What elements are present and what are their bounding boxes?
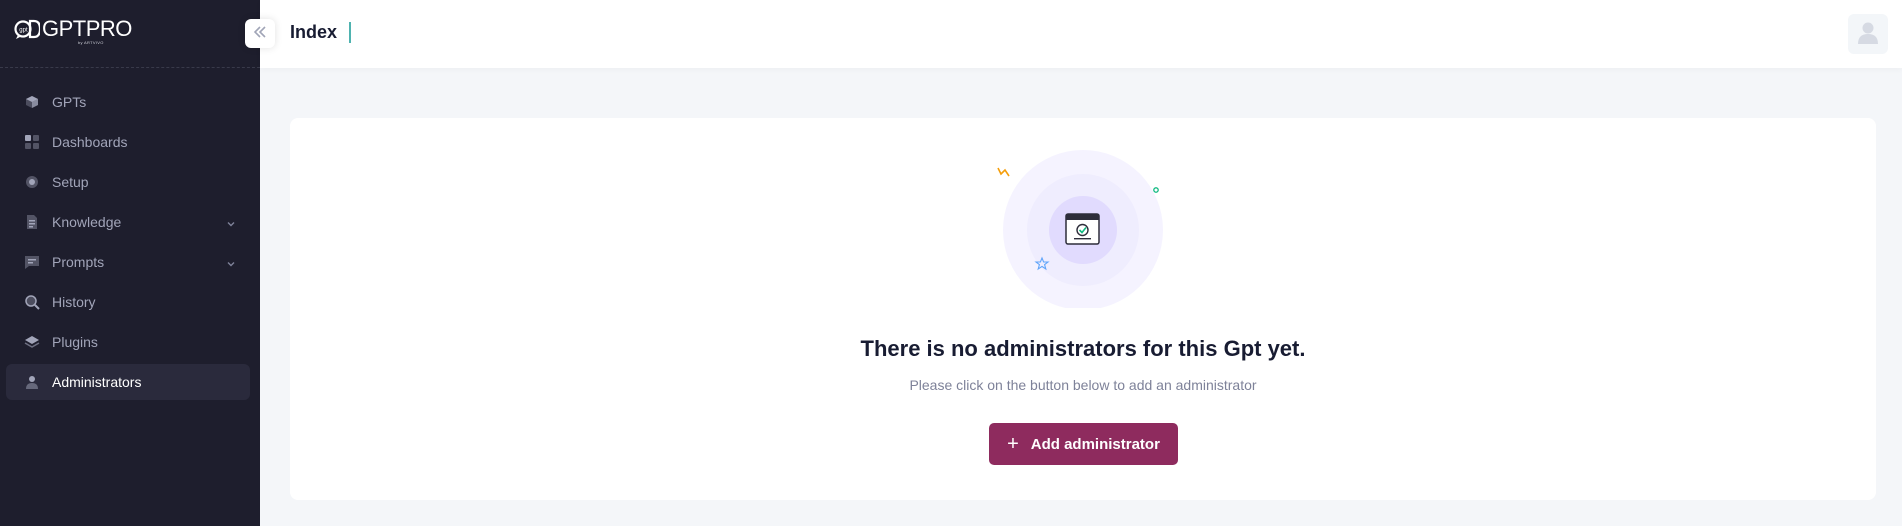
sidebar-item-gpts[interactable]: GPTs [6, 84, 250, 120]
chat-icon [24, 254, 40, 270]
svg-text:gpt: gpt [19, 28, 28, 34]
sidebar-item-label: GPTs [52, 94, 87, 110]
avatar-user-icon [1855, 19, 1881, 50]
page-title: Index [290, 22, 338, 42]
sidebar-collapse-button[interactable] [245, 19, 275, 48]
sidebar-menu: GPTs Dashboards Setup Knowledge Prompts … [6, 84, 250, 404]
sidebar-item-label: Plugins [52, 334, 98, 350]
user-icon [24, 374, 40, 390]
title-separator [349, 22, 351, 43]
sidebar-item-label: Dashboards [52, 134, 128, 150]
sidebar-item-setup[interactable]: Setup [6, 164, 250, 200]
gpts-icon [24, 94, 40, 110]
document-icon [24, 214, 40, 230]
chevron-down-icon [226, 216, 236, 234]
sidebar: gpt GPTPRO by ARTVIVO GPTs Dashboards Se… [0, 0, 275, 526]
logo-area: gpt GPTPRO by ARTVIVO [0, 0, 260, 68]
sidebar-item-history[interactable]: History [6, 284, 250, 320]
layers-icon [24, 334, 40, 350]
sidebar-item-label: Knowledge [52, 214, 122, 230]
brand-logo-icon: gpt [14, 18, 42, 40]
plus-icon: + [1007, 433, 1019, 455]
sidebar-item-label: History [52, 294, 96, 310]
empty-state-subtitle: Please click on the button below to add … [909, 377, 1257, 393]
chevron-down-icon [226, 256, 236, 274]
top-header: Index [260, 0, 1902, 68]
add-administrator-button[interactable]: + Add administrator [989, 423, 1178, 465]
empty-state-title: There is no administrators for this Gpt … [860, 336, 1306, 361]
sidebar-item-dashboards[interactable]: Dashboards [6, 124, 250, 160]
sidebar-item-label: Prompts [52, 254, 105, 270]
sidebar-item-prompts[interactable]: Prompts [6, 244, 250, 280]
add-administrator-label: Add administrator [1030, 435, 1160, 453]
sidebar-item-plugins[interactable]: Plugins [6, 324, 250, 360]
sidebar-item-knowledge[interactable]: Knowledge [6, 204, 250, 240]
brand-logo[interactable]: gpt GPTPRO [14, 18, 132, 40]
dashboard-icon [24, 134, 40, 150]
empty-state-illustration [990, 148, 1170, 310]
sidebar-item-administrators[interactable]: Administrators [6, 364, 250, 400]
double-chevron-left-icon [253, 25, 267, 43]
brand-subtitle: by ARTVIVO [78, 40, 104, 45]
brand-name: GPTPRO [42, 16, 132, 41]
sidebar-item-label: Setup [52, 174, 89, 190]
gear-icon [24, 174, 40, 190]
sidebar-item-label: Administrators [52, 374, 142, 390]
empty-state-card: There is no administrators for this Gpt … [290, 118, 1876, 500]
user-avatar[interactable] [1848, 14, 1888, 54]
search-icon [24, 294, 40, 310]
